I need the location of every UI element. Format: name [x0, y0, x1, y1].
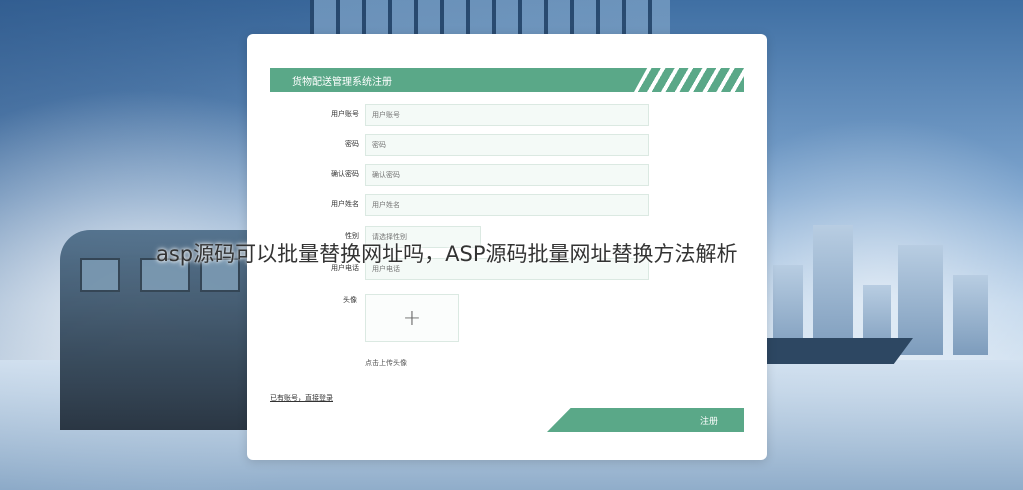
header-stripes: [634, 68, 744, 92]
name-label: 用户姓名: [331, 200, 359, 208]
field-row-account: 用户账号: [247, 104, 767, 126]
confirm-password-input[interactable]: [365, 164, 649, 186]
name-input[interactable]: [365, 194, 649, 216]
background-ship: [753, 338, 913, 364]
field-row-confirm-password: 确认密码: [247, 164, 767, 186]
account-input[interactable]: [365, 104, 649, 126]
avatar-hint: 点击上传头像: [365, 359, 407, 367]
avatar-upload[interactable]: +: [365, 294, 459, 342]
plus-icon: +: [402, 305, 422, 331]
account-label: 用户账号: [331, 110, 359, 118]
field-row-name: 用户姓名: [247, 194, 767, 216]
register-button[interactable]: 注册: [547, 408, 744, 432]
password-input[interactable]: [365, 134, 649, 156]
form-title: 货物配送管理系统注册: [292, 77, 392, 88]
login-link[interactable]: 已有账号，直接登录: [270, 393, 333, 403]
field-row-password: 密码: [247, 134, 767, 156]
confirm-password-label: 确认密码: [331, 170, 359, 178]
password-label: 密码: [345, 140, 359, 148]
register-button-label: 注册: [699, 417, 718, 427]
overlay-caption: asp源码可以批量替换网址吗，ASP源码批量网址替换方法解析: [156, 242, 738, 266]
background-city: [773, 215, 1003, 355]
train-window: [80, 258, 120, 292]
avatar-label: 头像: [343, 296, 357, 304]
form-header: 货物配送管理系统注册: [270, 68, 744, 92]
